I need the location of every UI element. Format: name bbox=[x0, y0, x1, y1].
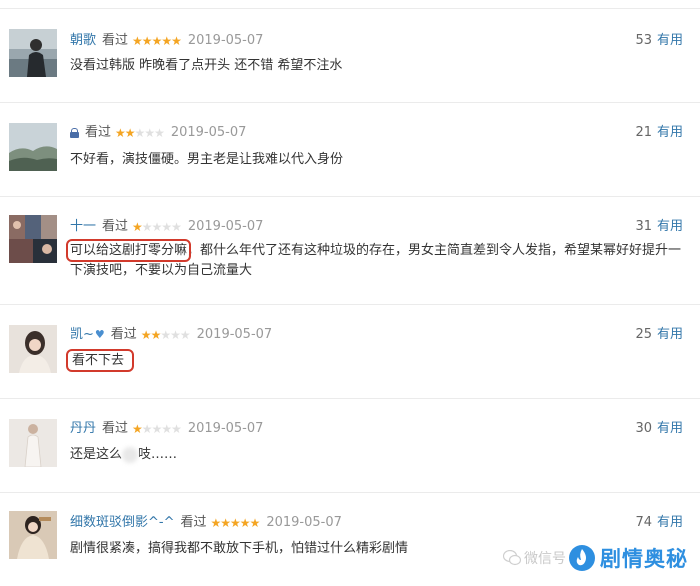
star-icon: ★ bbox=[171, 422, 182, 436]
star-icon: ★ bbox=[115, 126, 126, 140]
vote-count: 30 bbox=[635, 421, 652, 436]
username-link[interactable]: 凯~ bbox=[70, 327, 94, 343]
flame-logo-icon bbox=[568, 544, 596, 572]
person-photo-icon[interactable] bbox=[9, 29, 57, 77]
review-date: 2019-05-07 bbox=[187, 421, 264, 436]
review-date: 2019-05-07 bbox=[266, 515, 342, 530]
star-icon: ★ bbox=[141, 34, 153, 48]
rating-stars: ★ ★ ★ ★ ★ bbox=[132, 34, 182, 48]
review-content: 看不下去 bbox=[65, 349, 688, 372]
star-icon: ★ bbox=[132, 34, 143, 48]
star-icon: ★ bbox=[170, 328, 181, 342]
watch-status: 看过 bbox=[102, 33, 129, 48]
lock-icon bbox=[70, 128, 79, 138]
rating-stars: ★ ★ ★ ★ ★ bbox=[140, 328, 191, 342]
watch-status: 看过 bbox=[102, 219, 129, 234]
watch-status: 看过 bbox=[110, 327, 137, 342]
landscape-photo-icon[interactable] bbox=[9, 123, 57, 171]
star-icon: ★ bbox=[210, 516, 222, 530]
star-icon: ★ bbox=[144, 126, 155, 140]
watermark: 微信号 剧情奥秘 bbox=[503, 538, 688, 578]
review-content: 可以给这剧打零分嘛，都什么年代了还有这种垃圾的存在，男女主简直差到令人发指，希望… bbox=[65, 239, 688, 281]
vote-count: 53 bbox=[635, 33, 652, 48]
highlighted-phrase: 看不下去 bbox=[65, 349, 135, 372]
review-item: 看过 ★ ★ ★ ★ ★ 2019-05-07 21 有用 不好看，演技僵硬。男主老是让我… bbox=[0, 102, 700, 196]
star-icon: ★ bbox=[171, 34, 182, 48]
review-item: 凯~ ♥ 看过 ★ ★ ★ ★ ★ 2019-05-07 25 有用 看不下去 bbox=[0, 304, 700, 398]
dress-photo-icon[interactable] bbox=[9, 419, 57, 467]
blurred-text bbox=[122, 446, 139, 463]
star-icon: ★ bbox=[150, 328, 162, 342]
rating-stars: ★ ★ ★ ★ ★ bbox=[132, 422, 182, 436]
wechat-icon bbox=[503, 550, 521, 566]
star-icon: ★ bbox=[134, 126, 146, 140]
watch-status: 看过 bbox=[180, 515, 207, 530]
review-content: 没看过韩版 昨晚看了点开头 还不错 希望不注水 bbox=[70, 58, 343, 73]
review-item: 朝歌 看过 ★ ★ ★ ★ ★ 2019-05-07 53 有用 没看过韩版 昨晚看了点开… bbox=[0, 8, 700, 102]
star-icon: ★ bbox=[151, 422, 163, 436]
star-icon: ★ bbox=[171, 220, 182, 234]
review-date: 2019-05-07 bbox=[170, 125, 247, 140]
watermark-name: 剧情奥秘 bbox=[600, 547, 688, 571]
star-icon: ★ bbox=[220, 516, 231, 530]
review-date: 2019-05-07 bbox=[196, 327, 273, 342]
star-icon: ★ bbox=[230, 516, 241, 530]
vote-count: 31 bbox=[635, 219, 652, 234]
rating-stars: ★ ★ ★ ★ ★ bbox=[210, 516, 261, 530]
star-icon: ★ bbox=[132, 422, 143, 436]
useful-button[interactable]: 有用 bbox=[657, 515, 683, 530]
star-icon: ★ bbox=[239, 516, 251, 530]
vote-count: 74 bbox=[635, 515, 652, 530]
useful-button[interactable]: 有用 bbox=[657, 125, 683, 140]
star-icon: ★ bbox=[179, 328, 191, 342]
review-item: 丹丹 看过 ★ ★ ★ ★ ★ 2019-05-07 30 有用 还是这么 吱…… bbox=[0, 398, 700, 492]
review-content-end: 吱…… bbox=[138, 447, 178, 462]
rating-stars: ★ ★ ★ ★ ★ bbox=[115, 126, 165, 140]
costume-photo-icon[interactable] bbox=[9, 511, 57, 559]
star-icon: ★ bbox=[154, 126, 165, 140]
vote-count: 21 bbox=[635, 125, 652, 140]
star-icon: ★ bbox=[249, 516, 261, 530]
username-link[interactable]: 细数斑驳倒影^-^ bbox=[70, 515, 174, 531]
star-icon: ★ bbox=[161, 422, 172, 436]
watch-status: 看过 bbox=[85, 125, 112, 140]
girl-photo-icon[interactable] bbox=[9, 325, 57, 373]
star-icon: ★ bbox=[140, 328, 152, 342]
watermark-prefix: 微信号 bbox=[524, 551, 566, 567]
review-date: 2019-05-07 bbox=[187, 219, 264, 234]
heart-icon: ♥ bbox=[94, 328, 105, 341]
useful-button[interactable]: 有用 bbox=[657, 421, 683, 436]
username-link[interactable]: 丹丹 bbox=[70, 421, 96, 437]
star-icon: ★ bbox=[161, 34, 172, 48]
highlighted-phrase: 可以给这剧打零分嘛 bbox=[65, 239, 192, 262]
useful-button[interactable]: 有用 bbox=[657, 219, 683, 234]
useful-button[interactable]: 有用 bbox=[657, 33, 683, 48]
useful-button[interactable]: 有用 bbox=[657, 327, 683, 342]
star-icon: ★ bbox=[141, 422, 153, 436]
review-content: 还是这么 吱…… bbox=[70, 445, 688, 465]
star-icon: ★ bbox=[124, 126, 136, 140]
review-date: 2019-05-07 bbox=[187, 33, 264, 48]
star-icon: ★ bbox=[141, 220, 153, 234]
star-icon: ★ bbox=[151, 220, 163, 234]
username-link[interactable]: 十一 bbox=[70, 219, 96, 235]
vote-count: 25 bbox=[635, 327, 652, 342]
username-link[interactable]: 朝歌 bbox=[70, 33, 96, 49]
review-content: 不好看，演技僵硬。男主老是让我难以代入身份 bbox=[70, 152, 344, 167]
star-icon: ★ bbox=[161, 220, 172, 234]
review-content-start: 还是这么 bbox=[70, 447, 123, 462]
watch-status: 看过 bbox=[102, 421, 129, 436]
review-content: 剧情很紧凑，搞得我都不敢放下手机，怕错过什么精彩剧情 bbox=[70, 541, 409, 556]
star-icon: ★ bbox=[160, 328, 171, 342]
star-icon: ★ bbox=[151, 34, 163, 48]
review-item: 十一 看过 ★ ★ ★ ★ ★ 2019-05-07 31 有用 可以给这剧打零分嘛，都什… bbox=[0, 196, 700, 304]
rating-stars: ★ ★ ★ ★ ★ bbox=[132, 220, 182, 234]
star-icon: ★ bbox=[132, 220, 143, 234]
collage-photo-icon[interactable] bbox=[9, 215, 57, 263]
